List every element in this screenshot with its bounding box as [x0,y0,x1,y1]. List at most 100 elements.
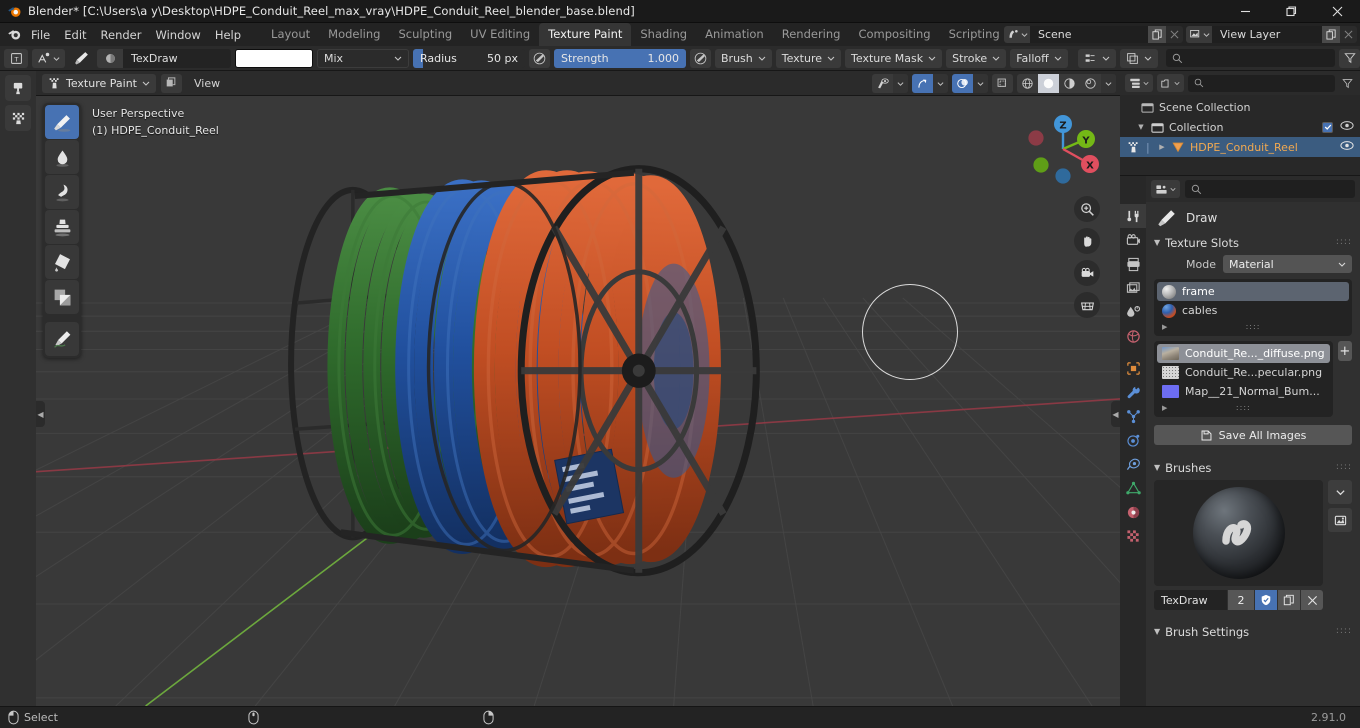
image-list-item-normal[interactable]: Map__21_Normal_Bum... [1157,382,1330,401]
scene-selector[interactable]: Scene [1004,26,1183,43]
outliner-filter-icon[interactable] [1339,78,1355,89]
properties-tab-modifiers[interactable] [1120,380,1146,404]
texture-slots-collapse-icon[interactable]: ▼ [1154,238,1160,247]
workspace-tab-layout[interactable]: Layout [262,23,319,46]
view-layer-new-icon[interactable] [1322,26,1340,43]
brush-name-field[interactable]: TexDraw [123,48,231,68]
properties-tab-tool[interactable] [1120,204,1146,228]
shading-rendered-icon[interactable] [1080,74,1101,93]
image-list-item-diffuse[interactable]: Conduit_Re..._diffuse.png [1157,344,1330,363]
brush-strength-slider[interactable]: Strength 1.000 [554,48,686,68]
workspace-tab-scripting[interactable]: Scripting [940,23,1009,46]
draw-tool-icon[interactable] [45,105,79,139]
image-list-expand-icon[interactable]: ▶ [1162,404,1167,412]
annotate-tool-icon[interactable] [45,322,79,356]
material-list-item-frame[interactable]: frame [1157,282,1349,301]
filter-icon[interactable] [1339,48,1360,68]
brush-color-swatch[interactable] [235,48,313,68]
brush-radius-slider[interactable]: Radius 50 px [413,48,525,68]
texture-mode-dropdown[interactable]: Material [1223,255,1352,273]
overlay-toggle-group[interactable] [952,73,988,93]
visibility-selectability-group[interactable] [872,73,908,93]
toolheader-search[interactable] [1165,49,1335,67]
collection-visibility-eye-icon[interactable] [1340,120,1354,134]
scene-browse-icon[interactable] [1004,26,1030,43]
show-overlays-icon[interactable] [952,73,973,93]
properties-tab-constraints[interactable] [1120,452,1146,476]
menu-window[interactable]: Window [148,25,207,45]
menu-file[interactable]: File [24,25,57,45]
material-list-expand-icon[interactable]: ▶ [1162,323,1167,331]
properties-tab-object[interactable] [1120,356,1146,380]
options-popover[interactable] [1077,48,1116,68]
shading-wireframe-icon[interactable] [1017,74,1038,93]
properties-editor-type-icon[interactable] [1151,180,1180,198]
toolbar-collapse-handle[interactable]: ◀ [36,401,45,427]
navigation-gizmo[interactable]: Z Y X [1022,104,1108,190]
xray-toggle-group[interactable] [992,73,1013,93]
camera-view-icon[interactable] [1074,260,1100,286]
interaction-mode-dropdown[interactable]: Texture Paint [42,73,156,93]
scene-new-icon[interactable] [1148,26,1166,43]
sidebar-collapse-handle[interactable]: ◀ [1111,401,1120,427]
add-texture-paint-slot-button[interactable]: + [1337,341,1352,361]
toggle-xray-icon[interactable] [992,74,1013,93]
object-visibility-icon[interactable] [872,74,893,93]
menu-edit[interactable]: Edit [57,25,93,45]
falloff-popover[interactable]: Falloff [1010,48,1068,68]
view-layer-selector[interactable]: View Layer [1186,26,1357,43]
radius-pressure-toggle[interactable] [529,48,550,68]
soften-tool-icon[interactable] [45,140,79,174]
object-visibility-eye-icon[interactable] [1340,140,1354,154]
overlay-dropdown-arrow[interactable] [973,73,988,93]
brush-browse-dropdown-icon[interactable] [1328,480,1352,504]
brush-unlink-button[interactable] [1301,590,1323,610]
gizmo-dropdown-arrow[interactable] [933,73,948,93]
workspace-tab-sculpting[interactable]: Sculpting [389,23,461,46]
smear-tool-icon[interactable] [45,175,79,209]
collection-expand-triangle-icon[interactable]: ▼ [1134,123,1148,131]
menu-render[interactable]: Render [94,25,149,45]
properties-tab-object-data[interactable] [1120,476,1146,500]
close-button[interactable] [1314,0,1360,23]
viewport-gizmo-toggle-icon[interactable] [160,73,182,93]
workspace-tab-rendering[interactable]: Rendering [773,23,850,46]
material-list-grip-icon[interactable]: :::: [1246,322,1261,331]
view-layer-name-field[interactable]: View Layer [1212,26,1322,43]
shading-solid-icon[interactable] [1038,73,1059,93]
texture-slots-panel-header[interactable]: ▼ Texture Slots :::: [1146,232,1360,253]
strength-pressure-toggle[interactable] [690,48,711,68]
mask-tool-icon[interactable] [45,280,79,314]
visibility-dropdown-arrow[interactable] [893,73,908,93]
brush-mapping-dropdown[interactable] [32,48,65,68]
toggle-orthographic-icon[interactable] [1074,292,1100,318]
editor-type-image-icon[interactable] [5,105,31,131]
blender-menu-icon[interactable] [4,23,24,46]
properties-tab-view-layer[interactable] [1120,276,1146,300]
object-expand-triangle-icon[interactable]: ▶ [1155,143,1169,151]
brush-popover[interactable]: Brush [715,48,772,68]
brushes-collapse-icon[interactable]: ▼ [1154,463,1160,472]
workspace-tab-animation[interactable]: Animation [696,23,773,46]
workspace-tab-texture-paint[interactable]: Texture Paint [539,23,632,46]
maximize-button[interactable] [1268,0,1314,23]
fill-tool-icon[interactable] [45,245,79,279]
minimize-button[interactable] [1222,0,1268,23]
save-all-images-button[interactable]: Save All Images [1154,425,1352,445]
outliner-editor-type-icon[interactable] [1125,74,1153,92]
view-layer-remove-icon[interactable] [1340,26,1357,43]
pan-view-icon[interactable] [1074,228,1100,254]
workspace-tab-shading[interactable]: Shading [631,23,696,46]
editor-type-paint-icon[interactable] [5,75,31,101]
brush-users-count[interactable]: 2 [1228,590,1254,610]
brush-datablock-name[interactable]: TexDraw [1154,590,1227,610]
brush-fake-user-toggle[interactable] [1255,590,1277,610]
properties-tab-render[interactable] [1120,228,1146,252]
material-list-footer[interactable]: ▶ :::: [1157,320,1349,333]
brush-duplicate-button[interactable] [1278,590,1300,610]
material-list-item-cables[interactable]: cables [1157,301,1349,320]
overlay-popover[interactable] [1119,48,1158,68]
outliner-row-scene-collection[interactable]: Scene Collection [1120,97,1360,117]
brushes-panel-header[interactable]: ▼ Brushes :::: [1146,457,1360,478]
properties-tab-physics[interactable] [1120,428,1146,452]
